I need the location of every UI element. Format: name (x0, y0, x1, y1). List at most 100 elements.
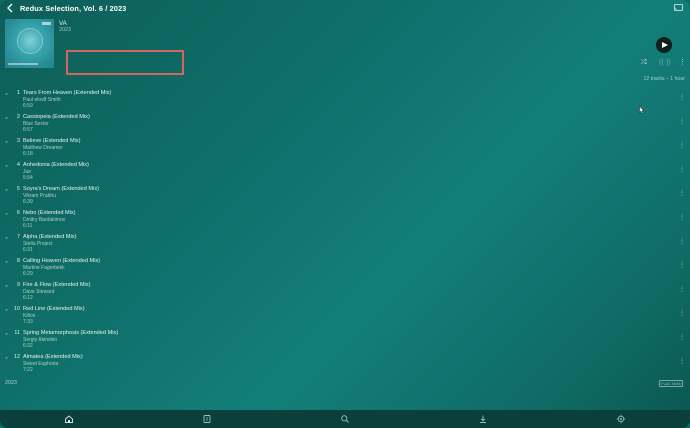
track-artist[interactable]: Dmitry Bardakimov (23, 217, 65, 223)
track-menu-button[interactable]: ⋮ (679, 214, 685, 221)
track-row[interactable]: ◂ 10 Red Line (Extended Mix) Kilton 7:33… (0, 304, 690, 328)
album-cover[interactable] (5, 19, 54, 68)
track-number: 8 (16, 257, 20, 264)
track-artist[interactable]: Sweet Euphoria (23, 361, 58, 367)
track-artist[interactable]: Stella Project (23, 241, 52, 247)
track-duration: 6:29 (23, 271, 33, 277)
track-row[interactable]: ◂ 9 Fire & Flow (Extended Mix) Dave Stew… (0, 280, 690, 304)
track-number: 7 (16, 233, 20, 240)
track-number: 9 (16, 281, 20, 288)
top-bar: Redux Selection, Vol. 6 / 2023 (0, 0, 690, 18)
track-marker-icon: ◂ (5, 283, 8, 288)
track-menu-button[interactable]: ⋮ (679, 166, 685, 173)
track-duration: 7:22 (23, 367, 33, 373)
track-marker-icon: ◂ (5, 331, 8, 336)
track-menu-button[interactable]: ⋮ (679, 334, 685, 341)
track-row[interactable]: ◂ 1 Tears From Heaven (Extended Mix) Pau… (0, 88, 690, 112)
cover-art-emblem (17, 28, 43, 54)
track-menu-button[interactable]: ⋮ (679, 238, 685, 245)
library-icon[interactable] (202, 414, 212, 424)
more-options-button[interactable]: ⋮ (679, 59, 686, 67)
track-menu-button[interactable]: ⋮ (679, 262, 685, 269)
track-artist[interactable]: Blue Sector (23, 121, 49, 127)
track-title: Cassiopeia (Extended Mix) (23, 113, 90, 120)
track-artist[interactable]: Martine Fagerbekk (23, 265, 65, 271)
release-year: 2023 (5, 380, 17, 386)
track-duration: 5:54 (23, 175, 33, 181)
track-duration: 7:33 (23, 319, 33, 325)
track-row[interactable]: ◂ 3 Believe (Extended Mix) Matthew Dream… (0, 136, 690, 160)
track-title: Tears From Heaven (Extended Mix) (23, 89, 112, 96)
track-row[interactable]: ◂ 6 Nebo (Extended Mix) Dmitry Bardakimo… (0, 208, 690, 232)
track-title: Soyra's Dream (Extended Mix) (23, 185, 99, 192)
track-row[interactable]: ◂ 8 Calling Heaven (Extended Mix) Martin… (0, 256, 690, 280)
search-icon[interactable] (340, 414, 350, 424)
bottom-navigation (0, 410, 690, 428)
track-duration: 6:57 (23, 127, 33, 133)
album-artist[interactable]: VA (59, 20, 67, 27)
track-row[interactable]: ◂ 11 Spring Metamorphosis (Extended Mix)… (0, 328, 690, 352)
shuffle-button[interactable]: ⤮ (641, 59, 647, 67)
track-title: Alpha (Extended Mix) (23, 233, 77, 240)
app-window: Redux Selection, Vol. 6 / 2023 VA 2023 ⤮… (0, 0, 690, 428)
settings-icon[interactable] (616, 414, 626, 424)
radio-button[interactable]: ((·)) (659, 59, 671, 67)
track-row[interactable]: ◂ 2 Cassiopeia (Extended Mix) Blue Secto… (0, 112, 690, 136)
track-menu-button[interactable]: ⋮ (679, 286, 685, 293)
track-menu-button[interactable]: ⋮ (679, 142, 685, 149)
track-number: 11 (14, 329, 20, 336)
track-title: Almatea (Extended Mix) (23, 353, 83, 360)
track-duration: 6:59 (23, 103, 33, 109)
track-number: 1 (16, 89, 20, 96)
track-number: 2 (16, 113, 20, 120)
track-number: 12 (13, 353, 20, 360)
track-duration: 6:11 (23, 223, 33, 229)
track-marker-icon: ◂ (5, 115, 8, 120)
track-marker-icon: ◂ (5, 187, 8, 192)
track-marker-icon: ◂ (5, 235, 8, 240)
track-menu-button[interactable]: ⋮ (679, 190, 685, 197)
track-menu-button[interactable]: ⋮ (679, 94, 685, 101)
track-artist[interactable]: Paul elov8 Smith (23, 97, 61, 103)
track-row[interactable]: ◂ 4 Anhedonia (Extended Mix) Jue 5:54 ⋮ (0, 160, 690, 184)
track-row[interactable]: ◂ 7 Alpha (Extended Mix) Stella Project … (0, 232, 690, 256)
chevron-left-icon (7, 3, 13, 13)
track-title: Fire & Flow (Extended Mix) (23, 281, 91, 288)
track-duration: 6:31 (23, 247, 33, 253)
track-number: 5 (16, 185, 20, 192)
mouse-cursor-icon (639, 106, 645, 114)
track-row[interactable]: ◂ 12 Almatea (Extended Mix) Sweet Euphor… (0, 352, 690, 376)
track-artist[interactable]: Matthew Dreamer (23, 145, 63, 151)
play-button[interactable] (656, 37, 672, 53)
track-title: Red Line (Extended Mix) (23, 305, 85, 312)
track-artist[interactable]: Vikram Prabhu (23, 193, 56, 199)
track-title: Believe (Extended Mix) (23, 137, 81, 144)
cover-label-mark (42, 22, 51, 25)
track-marker-icon: ◂ (5, 91, 8, 96)
track-summary: 12 tracks – 1 hour (643, 76, 685, 82)
track-artist[interactable]: Jue (23, 169, 31, 175)
track-number: 3 (16, 137, 20, 144)
album-year: 2023 (59, 27, 71, 33)
cast-icon[interactable] (674, 4, 683, 11)
track-marker-icon: ◂ (5, 139, 8, 144)
track-artist[interactable]: Kilton (23, 313, 36, 319)
track-duration: 6:12 (23, 295, 33, 301)
home-icon[interactable] (64, 414, 74, 424)
track-menu-button[interactable]: ⋮ (679, 118, 685, 125)
track-artist[interactable]: Dave Steward (23, 289, 54, 295)
track-artist[interactable]: Sergiy Akinshin (23, 337, 57, 343)
track-number: 10 (13, 305, 20, 312)
back-button[interactable] (6, 3, 16, 15)
track-number: 4 (16, 161, 20, 168)
track-menu-button[interactable]: ⋮ (679, 358, 685, 365)
track-title: Calling Heaven (Extended Mix) (23, 257, 101, 264)
download-icon[interactable] (478, 414, 488, 424)
track-title: Spring Metamorphosis (Extended Mix) (23, 329, 119, 336)
highlight-box (66, 50, 184, 75)
track-menu-button[interactable]: ⋮ (679, 310, 685, 317)
track-duration: 6:18 (23, 151, 33, 157)
track-row[interactable]: ◂ 5 Soyra's Dream (Extended Mix) Vikram … (0, 184, 690, 208)
track-marker-icon: ◂ (5, 211, 8, 216)
track-number: 6 (16, 209, 20, 216)
